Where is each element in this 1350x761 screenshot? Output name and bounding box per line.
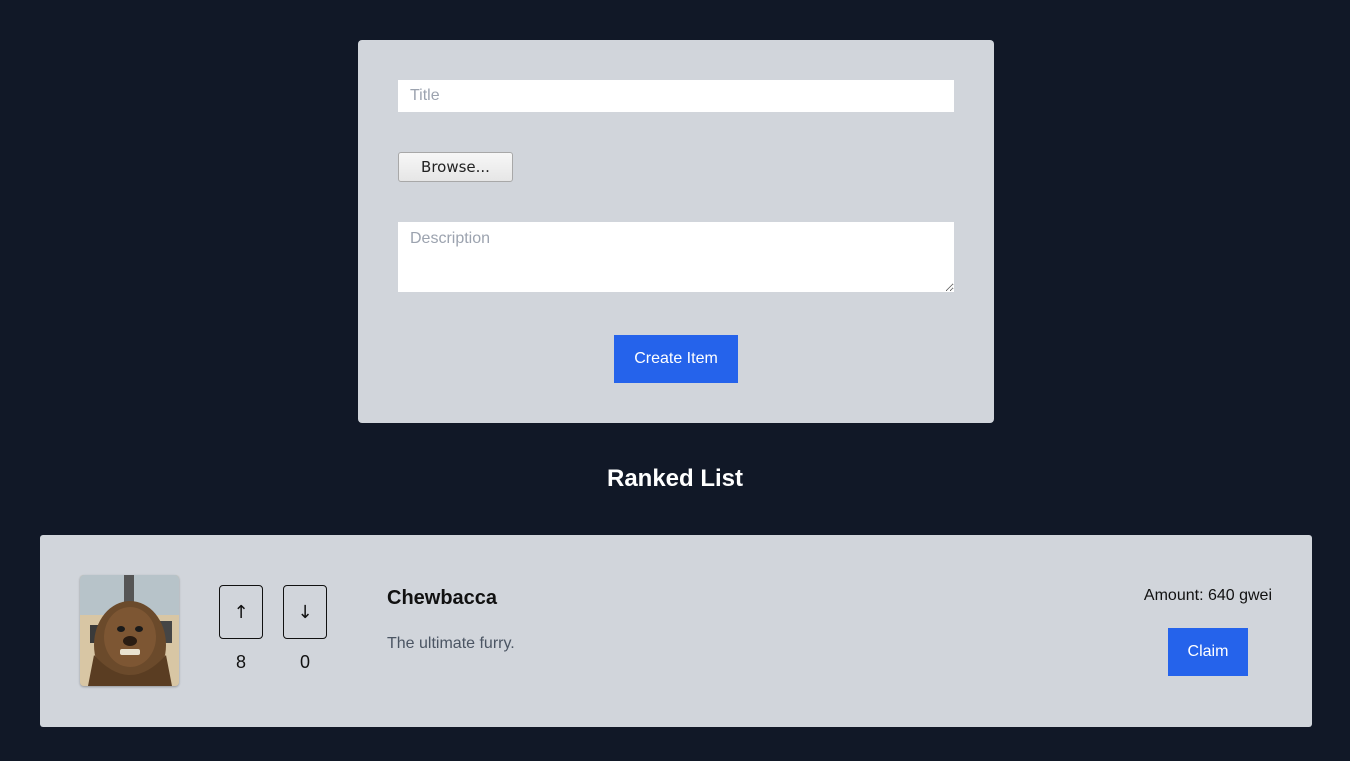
upvote-button[interactable]: ↑ <box>219 585 263 639</box>
item-title: Chewbacca <box>387 587 498 609</box>
item-amount: Amount: 640 gwei <box>1143 587 1272 604</box>
list-item: ↑ 8 ↓ 0 Chewbacca The ultimate furry. Am… <box>40 535 1312 727</box>
item-description: The ultimate furry. <box>387 635 515 652</box>
upvote-count: 8 <box>235 652 246 672</box>
ranked-list-heading: Ranked List <box>606 465 744 492</box>
downvote-button[interactable]: ↓ <box>283 585 327 639</box>
description-input[interactable] <box>398 222 954 292</box>
claim-button[interactable]: Claim <box>1168 628 1248 676</box>
browse-file-button[interactable]: Browse... <box>398 152 513 182</box>
downvote-count: 0 <box>299 652 310 672</box>
create-item-button[interactable]: Create Item <box>614 335 738 383</box>
item-image <box>80 575 179 686</box>
title-input[interactable] <box>398 80 954 112</box>
create-item-form: Browse... Create Item <box>358 40 994 423</box>
